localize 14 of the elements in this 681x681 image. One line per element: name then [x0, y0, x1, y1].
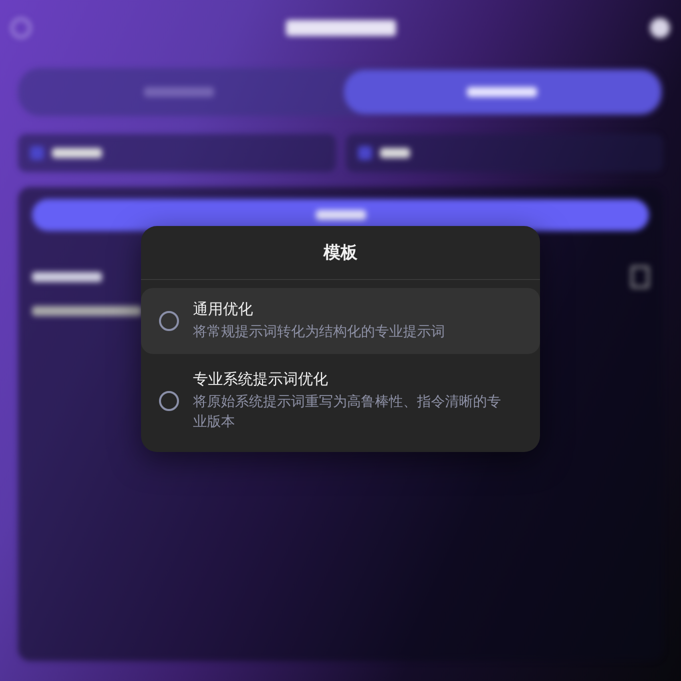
option-description: 将原始系统提示词重写为高鲁棒性、指令清晰的专业版本 — [193, 393, 502, 432]
template-option[interactable]: 通用优化 将常规提示词转化为结构化的专业提示词 — [141, 288, 540, 354]
template-option[interactable]: 专业系统提示词优化 将原始系统提示词重写为高鲁棒性、指令清晰的专业版本 — [141, 358, 540, 444]
radio-button[interactable] — [159, 311, 179, 331]
radio-button[interactable] — [159, 391, 179, 411]
optimize-button[interactable] — [32, 199, 649, 231]
dialog-title: 模板 — [324, 242, 358, 264]
settings-icon[interactable] — [650, 18, 670, 38]
blurred-label — [32, 272, 102, 282]
option-title: 专业系统提示词优化 — [193, 370, 329, 389]
dropdown[interactable] — [18, 134, 336, 172]
option-title: 通用优化 — [193, 300, 254, 319]
tab[interactable] — [344, 70, 661, 114]
option-description: 将常规提示词转化为结构化的专业提示词 — [193, 323, 445, 342]
